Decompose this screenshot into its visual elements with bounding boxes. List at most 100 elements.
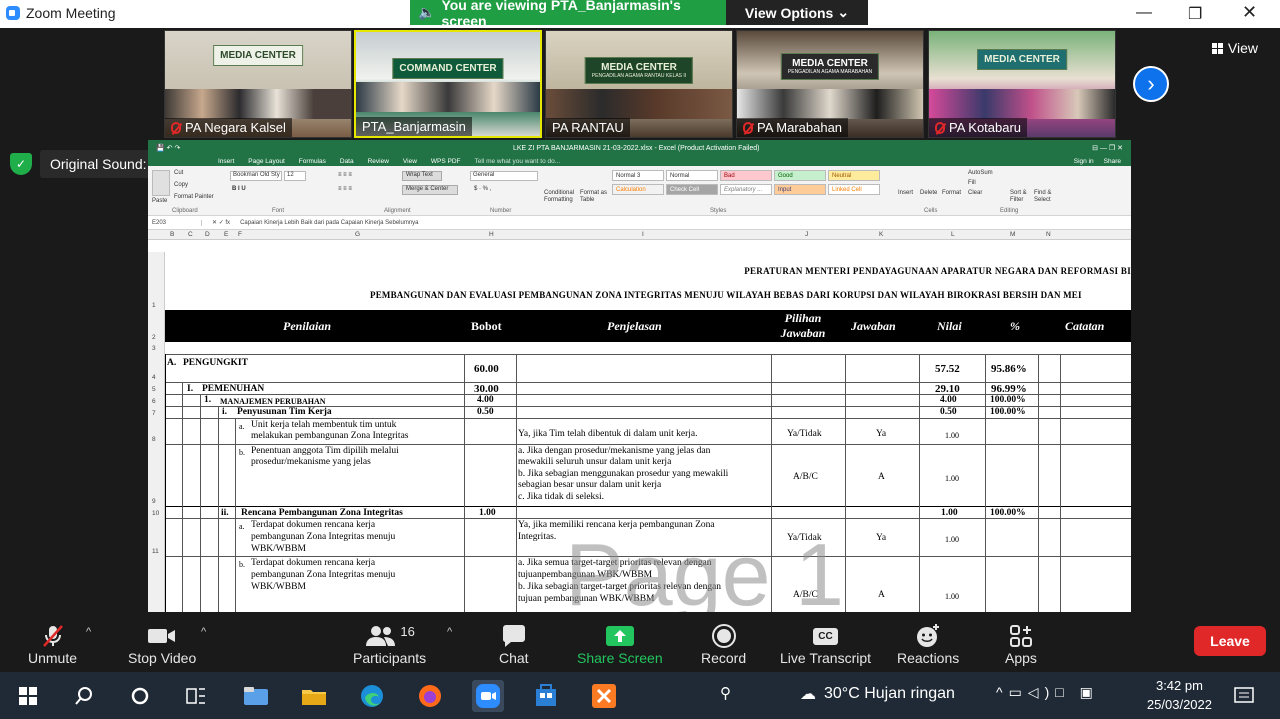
- row-header-9[interactable]: 9: [152, 498, 156, 505]
- live-transcript-button[interactable]: CC Live Transcript: [780, 622, 871, 666]
- sign-in-link[interactable]: Sign in: [1074, 158, 1094, 165]
- chat-button[interactable]: Chat: [499, 622, 529, 666]
- participants-button[interactable]: 16 Participants: [353, 622, 426, 667]
- participant-thumb-active[interactable]: COMMAND CENTER PTA_Banjarmasin: [354, 30, 542, 138]
- col-header-k[interactable]: K: [879, 231, 883, 238]
- align-top-icons[interactable]: ≡ ≡ ≡: [338, 172, 352, 178]
- leave-button[interactable]: Leave: [1194, 626, 1266, 656]
- delete-cells-button[interactable]: Delete: [920, 190, 937, 196]
- row-header-11[interactable]: 11: [152, 548, 159, 555]
- format-cells-button[interactable]: Format: [942, 190, 961, 196]
- row-header-1[interactable]: 1: [152, 302, 156, 309]
- tab-insert[interactable]: Insert: [218, 158, 234, 165]
- firefox-icon[interactable]: [414, 680, 446, 712]
- row-header-7[interactable]: 7: [152, 410, 156, 417]
- font-name-box[interactable]: Bookman Old Sty: [230, 171, 282, 181]
- participant-thumb[interactable]: MEDIA CENTER PENGADILAN AGAMA MARABAHAN …: [736, 30, 924, 138]
- next-page-button[interactable]: ›: [1133, 66, 1169, 102]
- row-header-3[interactable]: 3: [152, 345, 156, 352]
- stop-video-button[interactable]: Stop Video: [128, 622, 196, 666]
- autosum-button[interactable]: AutoSum: [968, 170, 993, 176]
- find-select-button[interactable]: Find & Select: [1034, 190, 1060, 204]
- style-explanatory[interactable]: Explanatory ...: [720, 184, 772, 195]
- weather-widget[interactable]: ☁ 30°C Hujan ringan: [800, 684, 955, 704]
- style-good[interactable]: Good: [774, 170, 826, 181]
- style-linked-cell[interactable]: Linked Cell: [828, 184, 880, 195]
- windows-start-icon[interactable]: [12, 680, 44, 712]
- zoom-taskbar-icon[interactable]: [472, 680, 504, 712]
- view-options-button[interactable]: View Options ⌄: [726, 0, 868, 25]
- col-header-g[interactable]: G: [355, 231, 360, 238]
- tab-formulas[interactable]: Formulas: [299, 158, 326, 165]
- col-header-l[interactable]: L: [951, 231, 955, 238]
- style-bad[interactable]: Bad: [720, 170, 772, 181]
- conditional-formatting-button[interactable]: Conditional Formatting: [544, 190, 578, 204]
- sort-filter-button[interactable]: Sort & Filter: [1010, 190, 1034, 204]
- system-tray-icons[interactable]: ^▭◁)□ ▣: [996, 684, 1099, 701]
- insert-cells-button[interactable]: Insert: [898, 190, 913, 196]
- unmute-button[interactable]: Unmute: [28, 622, 77, 666]
- record-button[interactable]: Record: [701, 622, 746, 666]
- col-header-f[interactable]: F: [238, 231, 242, 238]
- col-header-i[interactable]: I: [642, 231, 644, 238]
- col-header-c[interactable]: C: [188, 231, 193, 238]
- tell-me-search[interactable]: Tell me what you want to do...: [475, 158, 561, 165]
- col-header-b[interactable]: B: [170, 231, 174, 238]
- cut-button[interactable]: Cut: [174, 170, 183, 176]
- paste-icon[interactable]: [152, 170, 170, 196]
- name-box[interactable]: E203: [152, 219, 202, 226]
- number-format-box[interactable]: General: [470, 171, 538, 181]
- xampp-icon[interactable]: [588, 680, 620, 712]
- worksheet[interactable]: PERATURAN MENTERI PENDAYAGUNAAN APARATUR…: [165, 252, 1131, 612]
- folder-icon[interactable]: [298, 680, 330, 712]
- participant-thumb[interactable]: MEDIA CENTER PENGADILAN AGAMA RANTAU KEL…: [545, 30, 733, 138]
- reactions-button[interactable]: Reactions: [897, 622, 959, 666]
- file-explorer-icon[interactable]: [240, 680, 272, 712]
- style-check-cell[interactable]: Check Cell: [666, 184, 718, 195]
- col-header-e[interactable]: E: [224, 231, 228, 238]
- format-painter-button[interactable]: Format Painter: [174, 194, 214, 200]
- formula-input[interactable]: Capaian Kinerja Lebih Baik dari pada Cap…: [240, 220, 418, 226]
- gallery-view-button[interactable]: View: [1211, 40, 1258, 56]
- taskbar-clock[interactable]: 3:42 pm 25/03/2022: [1147, 676, 1212, 714]
- row-header-6[interactable]: 6: [152, 398, 156, 405]
- chevron-up-icon[interactable]: ^: [201, 626, 206, 638]
- row-header-2[interactable]: 2: [152, 334, 156, 341]
- fill-button[interactable]: Fill: [968, 180, 976, 186]
- wrap-text-button[interactable]: Wrap Text: [402, 171, 442, 181]
- chevron-up-icon[interactable]: ^: [86, 626, 91, 638]
- cortana-icon[interactable]: [124, 680, 156, 712]
- style-normal3[interactable]: Normal 3: [612, 170, 664, 181]
- share-link[interactable]: Share: [1104, 158, 1121, 165]
- align-left-icons[interactable]: ≡ ≡ ≡: [338, 186, 352, 192]
- search-icon[interactable]: [68, 680, 100, 712]
- style-neutral[interactable]: Neutral: [828, 170, 880, 181]
- restore-button[interactable]: ❐: [1188, 4, 1202, 24]
- notification-icon[interactable]: [1228, 680, 1260, 712]
- style-input[interactable]: Input: [774, 184, 826, 195]
- minimize-button[interactable]: —: [1136, 4, 1152, 22]
- currency-percent-icons[interactable]: $ · % ,: [474, 186, 491, 192]
- row-header-10[interactable]: 10: [152, 510, 159, 517]
- font-size-box[interactable]: 12: [284, 171, 306, 181]
- chevron-up-icon[interactable]: ^: [447, 626, 452, 638]
- copy-button[interactable]: Copy: [174, 182, 188, 188]
- edge-browser-icon[interactable]: [356, 680, 388, 712]
- close-button[interactable]: ✕: [1242, 2, 1257, 23]
- participant-thumb[interactable]: MEDIA CENTER PA Negara Kalsel: [164, 30, 352, 138]
- col-header-h[interactable]: H: [489, 231, 494, 238]
- clear-button[interactable]: Clear: [968, 190, 982, 196]
- tab-page-layout[interactable]: Page Layout: [248, 158, 285, 165]
- format-as-table-button[interactable]: Format as Table: [580, 190, 610, 204]
- tab-review[interactable]: Review: [368, 158, 389, 165]
- row-header-5[interactable]: 5: [152, 386, 156, 393]
- task-view-icon[interactable]: [180, 680, 212, 712]
- tab-view[interactable]: View: [403, 158, 417, 165]
- row-header-8[interactable]: 8: [152, 436, 156, 443]
- apps-button[interactable]: Apps: [1005, 622, 1037, 666]
- merge-center-button[interactable]: Merge & Center: [402, 185, 458, 195]
- tab-data[interactable]: Data: [340, 158, 354, 165]
- share-screen-button[interactable]: Share Screen: [577, 622, 663, 666]
- style-calculation[interactable]: Calculation: [612, 184, 664, 195]
- store-icon[interactable]: [530, 680, 562, 712]
